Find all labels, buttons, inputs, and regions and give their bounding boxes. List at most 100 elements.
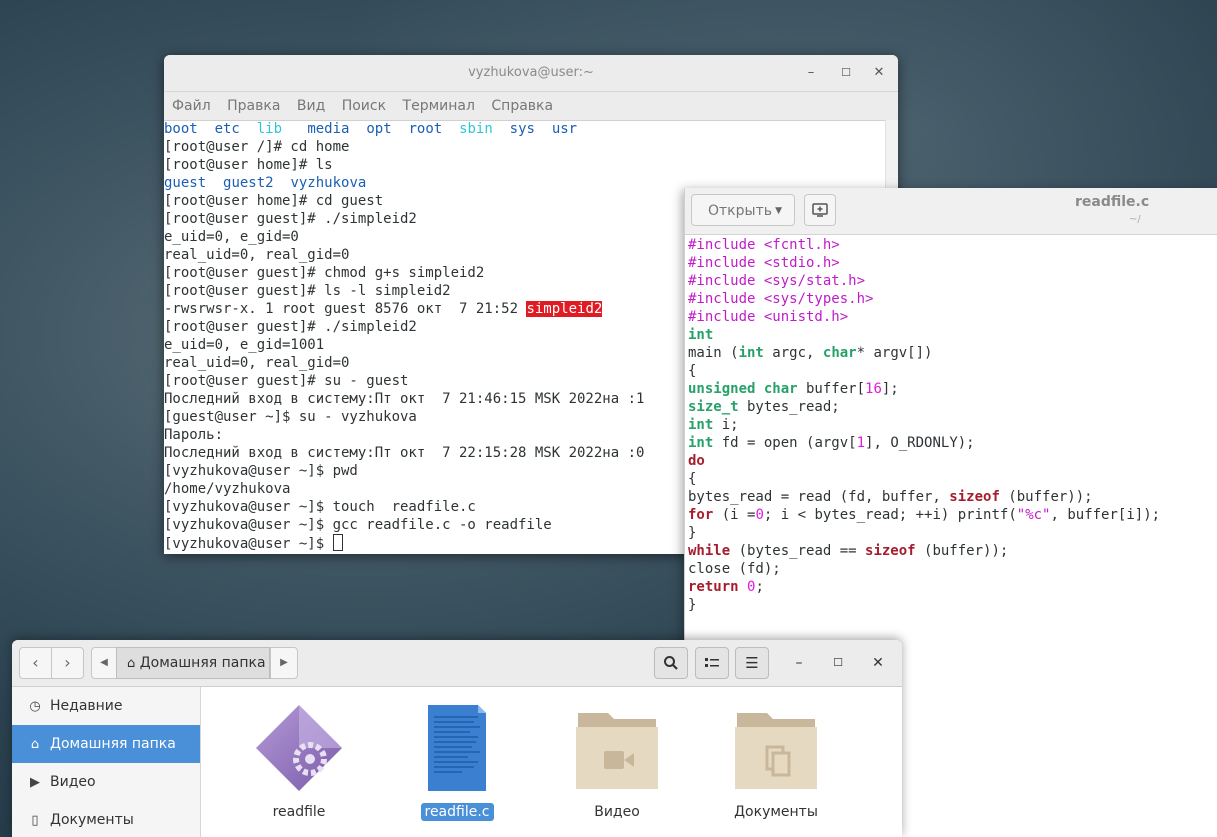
terminal-line: boot etc lib media opt root sbin sys usr (164, 120, 886, 138)
sidebar-item-home[interactable]: ⌂ Домашняя папка (12, 725, 200, 763)
terminal-line: [root@user /]# cd home (164, 139, 350, 155)
dir-entry: boot (164, 121, 198, 137)
maximize-button[interactable]: ☐ (823, 647, 853, 679)
file-label: Документы (734, 804, 818, 820)
open-button-label: Открыть (708, 203, 772, 219)
file-manager-window[interactable]: ‹ › ◀ ⌂ Домашняя папка ▶ ☰ – ☐ ✕ ◷ Недав… (12, 640, 902, 837)
new-document-icon (812, 203, 828, 217)
menu-edit[interactable]: Правка (227, 98, 280, 114)
list-view-icon (705, 658, 719, 667)
prompt: [vyzhukova@user ~]$ (164, 536, 333, 552)
code-line: } (688, 525, 697, 541)
link-entry: sbin (459, 121, 493, 137)
code-line: #include <fcntl.h> (688, 237, 840, 253)
minimize-button[interactable]: – (796, 55, 826, 91)
menu-button[interactable]: ☰ (735, 647, 769, 679)
dir-entry: etc (214, 121, 240, 137)
sidebar-item-video[interactable]: ▶ Видео (12, 763, 200, 801)
forward-button[interactable]: › (51, 647, 84, 679)
open-button[interactable]: Открыть ▼ (691, 194, 795, 226)
code-line: do (688, 453, 705, 469)
maximize-button[interactable]: ☐ (831, 55, 861, 91)
file-item-readfile[interactable]: readfile (239, 703, 359, 821)
search-button[interactable] (654, 647, 688, 679)
file-manager-headerbar: ‹ › ◀ ⌂ Домашняя папка ▶ ☰ – ☐ ✕ (12, 640, 902, 687)
folder-item-documents[interactable]: Документы (716, 703, 836, 821)
path-scroll-left-button[interactable]: ◀ (91, 647, 117, 679)
dir-entry: media (307, 121, 350, 137)
code-line: unsigned char buffer[16]; (688, 381, 899, 397)
dir-entry: sys (509, 121, 535, 137)
editor-headerbar: Открыть ▼ readfile.c ~/ (685, 188, 1217, 235)
sidebar-item-recent[interactable]: ◷ Недавние (12, 687, 200, 725)
hamburger-icon: ☰ (745, 654, 759, 672)
code-line: int i; (688, 417, 739, 433)
terminal-title: vyzhukova@user:~ (468, 65, 594, 80)
home-icon: ⌂ (30, 737, 40, 752)
code-line: { (688, 471, 697, 487)
sidebar-item-label: Видео (50, 774, 96, 790)
menu-help[interactable]: Справка (491, 98, 553, 114)
sidebar-item-documents[interactable]: ▯ Документы (12, 801, 200, 837)
chevron-right-icon: › (64, 653, 71, 672)
sidebar-item-label: Домашняя папка (50, 736, 176, 752)
editor-subtitle: ~/ (1129, 214, 1141, 225)
code-line: size_t bytes_read; (688, 399, 840, 415)
file-item-readfile-c[interactable]: readfile.c (397, 703, 517, 821)
triangle-left-icon: ◀ (100, 657, 108, 668)
close-button[interactable]: ✕ (864, 55, 894, 91)
code-line: { (688, 363, 697, 379)
code-line: } (688, 597, 697, 613)
minimize-button[interactable]: – (784, 647, 814, 679)
triangle-right-icon: ▶ (280, 657, 288, 668)
menu-view[interactable]: Вид (297, 98, 325, 114)
file-listing: -rwsrwsr-x. 1 root guest 8576 окт 7 21:5… (164, 301, 527, 317)
new-document-button[interactable] (804, 194, 836, 226)
folder-item-video[interactable]: Видео (557, 703, 677, 821)
code-line: bytes_read = read (fd, buffer, sizeof (b… (688, 489, 1093, 505)
path-scroll-right-button[interactable]: ▶ (270, 647, 298, 679)
menu-search[interactable]: Поиск (342, 98, 386, 114)
folder-video-icon (576, 713, 658, 789)
code-line: for (i =0; i < bytes_read; ++i) printf("… (688, 507, 1161, 523)
text-file-icon (428, 705, 486, 791)
code-line: int (688, 327, 714, 343)
dir-entry: vyzhukova (290, 175, 367, 191)
places-sidebar: ◷ Недавние ⌂ Домашняя папка ▶ Видео ▯ Докуме… (12, 687, 201, 837)
breadcrumb-home[interactable]: ⌂ Домашняя папка (116, 647, 270, 679)
editor-title: readfile.c (1075, 194, 1150, 210)
executable-icon (256, 705, 342, 791)
terminal-titlebar[interactable]: vyzhukova@user:~ – ☐ ✕ (164, 55, 898, 92)
search-icon (664, 656, 678, 670)
code-line: int fd = open (argv[1], O_RDONLY); (688, 435, 975, 451)
dir-entry: opt (366, 121, 392, 137)
code-line: return 0; (688, 579, 764, 595)
close-button[interactable]: ✕ (863, 647, 893, 679)
dir-entry: guest2 (223, 175, 274, 191)
code-line: #include <stdio.h> (688, 255, 840, 271)
file-label: readfile.c (420, 803, 494, 821)
terminal-line: [root@user home]# ls (164, 157, 333, 173)
dir-entry: root (408, 121, 443, 137)
dir-entry: guest (164, 175, 207, 191)
document-icon: ▯ (31, 813, 39, 828)
code-line: while (bytes_read == sizeof (buffer)); (688, 543, 1009, 559)
video-icon: ▶ (30, 775, 40, 790)
terminal-menubar: Файл Правка Вид Поиск Терминал Справка (164, 92, 898, 121)
chevron-down-icon: ▼ (775, 206, 782, 216)
code-line: close (fd); (688, 561, 781, 577)
link-entry: lib (256, 121, 283, 137)
menu-terminal[interactable]: Терминал (403, 98, 475, 114)
code-area[interactable]: #include <fcntl.h> #include <stdio.h> #inc… (688, 236, 1217, 614)
view-toggle-button[interactable] (695, 647, 729, 679)
code-line: #include <sys/types.h> (688, 291, 874, 307)
menu-file[interactable]: Файл (172, 98, 211, 114)
home-icon: ⌂ (127, 656, 136, 671)
sidebar-item-label: Документы (50, 812, 134, 828)
folder-documents-icon (735, 713, 817, 789)
file-label: readfile (272, 804, 326, 820)
file-grid: readfile readfile.c Видео Документы (201, 687, 902, 837)
back-button[interactable]: ‹ (19, 647, 52, 679)
setuid-file-highlight: simpleid2 (526, 301, 603, 317)
chevron-left-icon: ‹ (32, 653, 39, 672)
